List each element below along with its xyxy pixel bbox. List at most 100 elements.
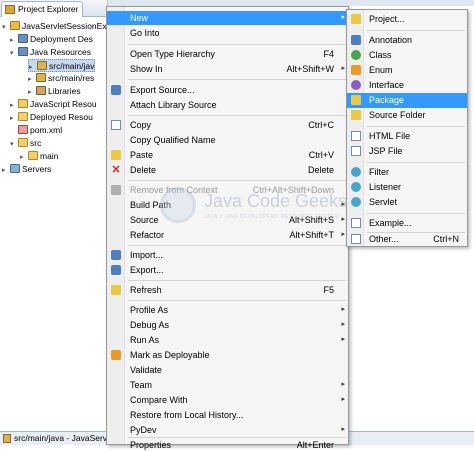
expand-twisty-icon[interactable]: ▸ xyxy=(28,73,36,85)
menu-item-pydev[interactable]: PyDev ▸ xyxy=(107,423,348,437)
listener-icon xyxy=(351,182,361,192)
menu-item-mark-as-deployable[interactable]: Mark as Deployable xyxy=(107,348,348,362)
submenu-item-example[interactable]: Example... xyxy=(347,216,467,231)
expand-twisty-icon[interactable]: ▾ xyxy=(10,47,18,59)
tree-item-src-main-java[interactable]: ▸ src/main/jav xyxy=(28,59,96,72)
menu-item-profile-as[interactable]: Profile As ▸ xyxy=(107,303,348,317)
tree-item-javascript-resources[interactable]: ▸ JavaScript Resou xyxy=(10,98,97,111)
tree-item-pom-xml[interactable]: pom.xml xyxy=(10,124,62,137)
tree-item-label: pom.xml xyxy=(30,125,63,135)
tree-item-label: Servers xyxy=(22,164,52,174)
submenu-item-project[interactable]: Project... xyxy=(347,12,467,27)
menu-item-export[interactable]: Export... xyxy=(107,263,348,277)
menu-item-shortcut: Ctrl+Alt+Shift+Down xyxy=(252,185,334,195)
menu-item-label: Paste xyxy=(130,150,154,160)
other-wizard-icon xyxy=(351,234,361,244)
tree-item-java-resources[interactable]: ▾ Java Resources xyxy=(10,46,91,59)
submenu-item-package[interactable]: Package xyxy=(347,93,467,108)
submenu-item-filter[interactable]: Filter xyxy=(347,165,467,180)
menu-item-label: Show In xyxy=(130,64,163,74)
menu-item-shortcut: F5 xyxy=(323,285,334,295)
submenu-item-source-folder[interactable]: Source Folder xyxy=(347,108,467,123)
tree-item-deployment-descriptor[interactable]: ▸ Deployment Des xyxy=(10,33,93,46)
submenu-item-shortcut: Ctrl+N xyxy=(433,234,459,244)
tree-item-label: Libraries xyxy=(48,86,81,96)
expand-twisty-icon[interactable]: ▾ xyxy=(10,138,18,150)
expand-twisty-icon[interactable]: ▸ xyxy=(2,164,10,176)
menu-item-properties[interactable]: Properties Alt+Enter xyxy=(107,438,348,452)
menu-item-compare-with[interactable]: Compare With ▸ xyxy=(107,393,348,407)
submenu-item-html-file[interactable]: HTML File xyxy=(347,129,467,144)
submenu-item-enum[interactable]: Enum xyxy=(347,63,467,78)
menu-item-label: Validate xyxy=(130,365,162,375)
menu-separator xyxy=(367,213,465,214)
menu-item-copy-qualified-name[interactable]: Copy Qualified Name xyxy=(107,133,348,147)
expand-twisty-icon[interactable]: ▸ xyxy=(29,61,37,71)
expand-twisty-icon[interactable]: ▾ xyxy=(2,21,10,33)
menu-item-build-path[interactable]: Build Path ▸ xyxy=(107,198,348,212)
submenu-item-label: HTML File xyxy=(369,131,411,141)
menu-item-label: Copy Qualified Name xyxy=(130,135,216,145)
menu-item-debug-as[interactable]: Debug As ▸ xyxy=(107,318,348,332)
menu-item-shortcut: F4 xyxy=(323,49,334,59)
folder-icon xyxy=(18,138,28,147)
menu-item-open-type-hierarchy[interactable]: Open Type Hierarchy F4 xyxy=(107,47,348,61)
menu-item-validate[interactable]: Validate xyxy=(107,363,348,377)
tree-item-label: Deployed Resou xyxy=(30,112,93,122)
java-resources-icon xyxy=(18,47,28,56)
expand-twisty-icon[interactable]: ▸ xyxy=(20,151,28,163)
submenu-item-annotation[interactable]: Annotation xyxy=(347,33,467,48)
submenu-item-label: JSP File xyxy=(369,146,403,156)
menu-separator xyxy=(128,115,346,116)
tree-item-src-main-resources[interactable]: ▸ src/main/res xyxy=(28,72,94,85)
expand-twisty-icon[interactable]: ▸ xyxy=(10,34,18,46)
menu-item-restore-from-local-history[interactable]: Restore from Local History... xyxy=(107,408,348,422)
submenu-arrow-icon: ▸ xyxy=(341,216,345,223)
submenu-item-label: Package xyxy=(369,95,405,105)
menu-separator xyxy=(128,44,346,45)
tree-item-servers[interactable]: ▸ Servers xyxy=(2,163,51,176)
menu-item-refresh[interactable]: Refresh F5 xyxy=(107,283,348,297)
submenu-item-other[interactable]: Other... Ctrl+N xyxy=(347,232,467,247)
submenu-item-interface[interactable]: Interface xyxy=(347,78,467,93)
tree-item-label: main xyxy=(40,151,59,161)
menu-item-refactor[interactable]: Refactor Alt+Shift+T ▸ xyxy=(107,228,348,242)
expand-twisty-icon[interactable]: ▸ xyxy=(10,99,18,111)
submenu-item-jsp-file[interactable]: JSP File xyxy=(347,144,467,159)
menu-item-shortcut: Alt+Shift+S xyxy=(288,215,334,225)
menu-item-show-in[interactable]: Show In Alt+Shift+W ▸ xyxy=(107,62,348,76)
menu-item-new[interactable]: New ▸ xyxy=(107,11,348,25)
menu-item-delete[interactable]: ✕ Delete Delete xyxy=(107,163,348,177)
menu-item-export-source[interactable]: Export Source... xyxy=(107,83,348,97)
tree-item-project[interactable]: ▾ JavaServletSessionEx xyxy=(2,20,107,33)
menu-item-team[interactable]: Team ▸ xyxy=(107,378,348,392)
menu-item-label: Import... xyxy=(130,250,164,260)
expand-twisty-icon[interactable]: ▸ xyxy=(10,112,18,124)
menu-item-paste[interactable]: Paste Ctrl+V xyxy=(107,148,348,162)
tree-item-libraries[interactable]: ▸ Libraries xyxy=(28,85,81,98)
package-folder-icon xyxy=(36,73,46,82)
menu-item-go-into[interactable]: Go Into xyxy=(107,26,348,40)
menu-item-remove-from-context[interactable]: Remove from Context Ctrl+Alt+Shift+Down xyxy=(107,183,348,197)
tree-item-deployed-resources[interactable]: ▸ Deployed Resou xyxy=(10,111,93,124)
menu-item-source[interactable]: Source Alt+Shift+S ▸ xyxy=(107,213,348,227)
paste-icon xyxy=(111,150,121,160)
package-folder-icon xyxy=(37,61,47,70)
menu-item-attach-library-source[interactable]: Attach Library Source xyxy=(107,98,348,112)
submenu-item-class[interactable]: Class xyxy=(347,48,467,63)
menu-item-import[interactable]: Import... xyxy=(107,248,348,262)
submenu-item-servlet[interactable]: Servlet xyxy=(347,195,467,210)
tree-item-label: Java Resources xyxy=(30,47,91,57)
submenu-item-listener[interactable]: Listener xyxy=(347,180,467,195)
menu-item-label: Team xyxy=(130,380,153,390)
tab-project-explorer[interactable]: Project Explorer xyxy=(1,1,84,17)
menu-item-run-as[interactable]: Run As ▸ xyxy=(107,333,348,347)
package-icon xyxy=(351,95,361,105)
tree-item-label: Deployment Des xyxy=(30,34,93,44)
expand-twisty-icon[interactable]: ▸ xyxy=(28,86,36,98)
tree-item-main[interactable]: ▸ main xyxy=(20,150,58,163)
tree-item-src[interactable]: ▾ src xyxy=(10,137,41,150)
menu-item-label: Attach Library Source xyxy=(130,100,217,110)
menu-item-label: Open Type Hierarchy xyxy=(130,49,215,59)
menu-item-copy[interactable]: Copy Ctrl+C xyxy=(107,118,348,132)
